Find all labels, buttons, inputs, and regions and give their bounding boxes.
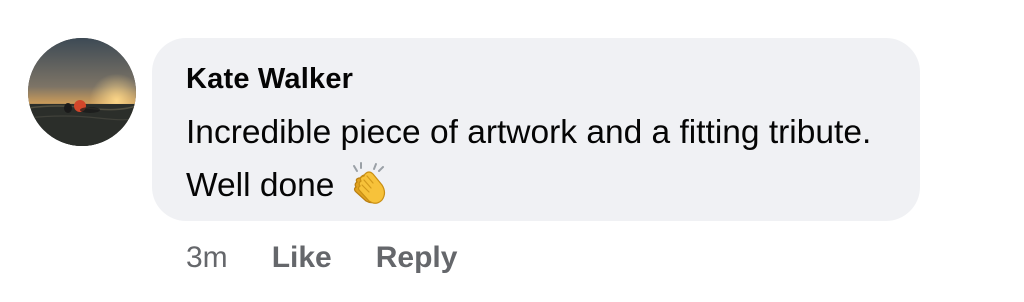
comment-bubble: Kate Walker Incredible piece of artwork … — [152, 38, 920, 221]
comment-actions: 3m Like Reply — [186, 236, 501, 280]
comment-text: Incredible piece of artwork and a fittin… — [186, 114, 872, 204]
like-button[interactable]: Like — [272, 241, 332, 275]
comment: Kate Walker Incredible piece of artwork … — [0, 0, 1024, 302]
comment-body: Incredible piece of artwork and a fittin… — [186, 106, 906, 212]
author-name[interactable]: Kate Walker — [186, 63, 353, 96]
timestamp[interactable]: 3m — [186, 241, 228, 275]
avatar[interactable] — [28, 38, 136, 146]
avatar-photo — [28, 38, 136, 146]
clapping-hands-icon — [346, 160, 392, 206]
reply-button[interactable]: Reply — [376, 241, 458, 275]
